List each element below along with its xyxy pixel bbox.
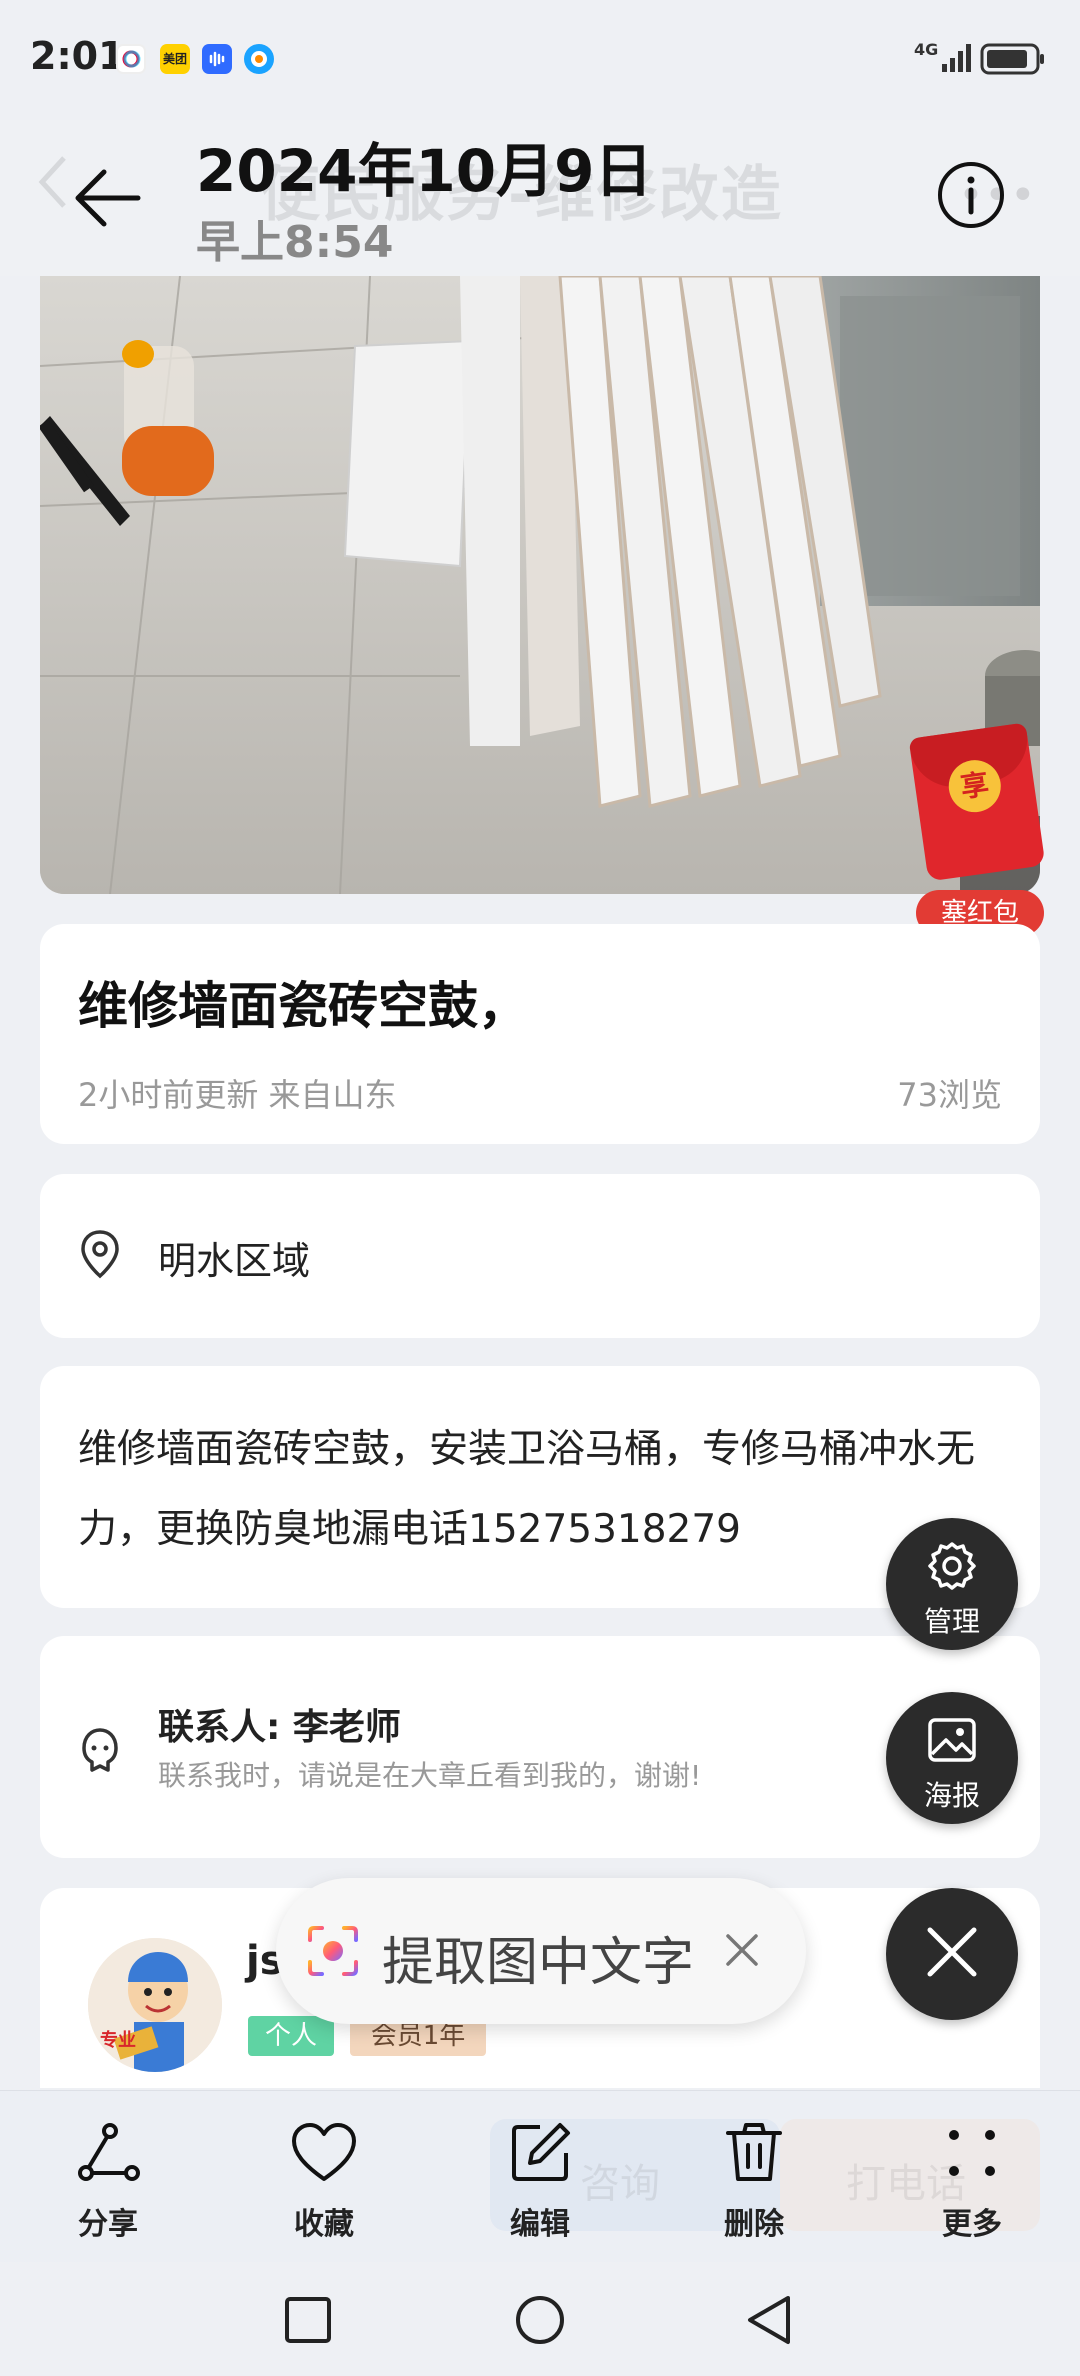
heart-icon: [292, 2123, 356, 2181]
header: 便民服务-维修改造 ••• 2024年10月9日 早上8:54: [0, 120, 1080, 276]
status-bar: 2:01 美团 4G: [0, 0, 1080, 120]
listing-title-card: 维修墙面瓷砖空鼓， 2小时前更新 来自山东 73浏览: [40, 924, 1040, 1144]
share-label: 分享: [78, 2207, 138, 2242]
tag-personal: 个人: [248, 2016, 334, 2056]
view-count: 73浏览: [897, 1076, 1002, 1114]
manage-button[interactable]: 管理: [886, 1518, 1018, 1650]
contact-hint: 联系我时，请说是在大章丘看到我的，谢谢!: [158, 1759, 702, 1792]
gear-icon: [928, 1542, 976, 1590]
status-time: 2:01: [30, 34, 125, 78]
battery-icon: [980, 43, 1044, 75]
contact-name: 联系人: 李老师: [158, 1707, 401, 1748]
text-scan-icon: [308, 1926, 358, 1976]
recent-apps-button[interactable]: [284, 2296, 332, 2344]
share-button[interactable]: 分享: [48, 2121, 168, 2251]
extract-text-label: 提取图中文字: [382, 1933, 695, 1993]
ghost-chevron-left-icon: [38, 156, 66, 208]
image-icon: [928, 1718, 976, 1762]
delete-label: 删除: [724, 2207, 784, 2242]
location-text: 明水区域: [158, 1239, 311, 1283]
contact-face-icon: [82, 1728, 118, 1772]
arrow-left-icon: [75, 169, 141, 227]
info-button[interactable]: [936, 160, 1006, 230]
location-card[interactable]: 明水区域: [40, 1174, 1040, 1338]
network-type: 4G: [914, 40, 939, 59]
meituan-icon-label: 美团: [162, 52, 187, 66]
system-navbar: [0, 2262, 1080, 2376]
bottom-toolbar: 咨询 打电话 分享 收藏 编辑 删除 更多: [0, 2090, 1080, 2262]
poster-label: 海报: [923, 1779, 980, 1812]
photo-time: 早上8:54: [196, 217, 394, 268]
listing-description: 维修墙面瓷砖空鼓，安装卫浴马桶，专修马桶冲水无力，更换防臭地漏电话1527531…: [78, 1427, 976, 1552]
close-icon[interactable]: [722, 1930, 762, 1970]
back-button[interactable]: [70, 158, 150, 238]
home-button[interactable]: [514, 2294, 566, 2346]
close-menu-button[interactable]: [886, 1888, 1018, 2020]
avatar-caption: 专业: [100, 2029, 136, 2051]
edit-label: 编辑: [510, 2207, 570, 2242]
listing-meta: 2小时前更新 来自山东: [78, 1076, 397, 1114]
poster-button[interactable]: 海报: [886, 1692, 1018, 1824]
more-label: 更多: [942, 2207, 1002, 2242]
delete-button[interactable]: 删除: [694, 2121, 814, 2251]
listing-title: 维修墙面瓷砖空鼓，: [78, 977, 528, 1035]
avatar[interactable]: 专业: [88, 1938, 222, 2072]
extract-text-pill[interactable]: 提取图中文字: [276, 1878, 806, 2024]
back-nav-button[interactable]: [744, 2294, 794, 2346]
location-pin-icon: [81, 1230, 119, 1279]
browser-icon: [244, 44, 274, 74]
photo-date: 2024年10月9日: [196, 137, 653, 205]
signal-icon: [942, 44, 971, 72]
tiles-photo-illustration: [40, 276, 1040, 894]
meituan-icon: 美团: [160, 44, 190, 74]
edit-icon: [512, 2123, 570, 2181]
voice-icon: [202, 44, 232, 74]
tiktok-icon: [116, 44, 146, 74]
manage-label: 管理: [923, 1605, 980, 1638]
share-icon: [78, 2123, 140, 2181]
favorite-button[interactable]: 收藏: [264, 2121, 384, 2251]
more-dots-icon: [949, 2130, 995, 2176]
more-button[interactable]: 更多: [912, 2121, 1032, 2251]
favorite-label: 收藏: [294, 2207, 354, 2242]
close-icon: [927, 1927, 977, 1977]
trash-icon: [726, 2123, 782, 2181]
red-envelope-button[interactable]: 享: [908, 722, 1046, 882]
listing-photo[interactable]: [40, 276, 1040, 894]
edit-button[interactable]: 编辑: [480, 2121, 600, 2251]
worker-cartoon-icon: 专业: [88, 1938, 222, 2072]
info-icon: [938, 162, 1004, 228]
